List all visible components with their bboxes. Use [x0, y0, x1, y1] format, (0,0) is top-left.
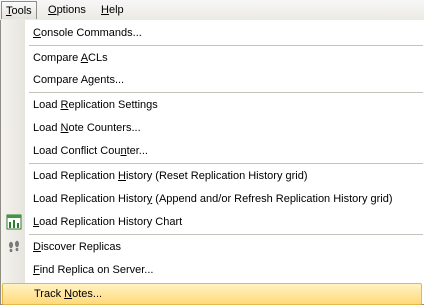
- menu-item-label: Load Note Counters...: [33, 122, 141, 134]
- menu-separator: [29, 163, 423, 164]
- menu-item-load-conflict-counter[interactable]: Load Conflict Counter...: [1, 140, 424, 162]
- menu-item-label: Discover Replicas: [33, 241, 122, 253]
- menu-item-label: Compare Agents...: [33, 74, 125, 86]
- menu-item-label: Console Commands...: [33, 27, 142, 39]
- menu-item-load-replication-history-append[interactable]: Load Replication History (Append and/or …: [1, 188, 424, 210]
- menu-item-label: Compare ACLs: [33, 52, 108, 64]
- menu-item-label: Load Conflict Counter...: [33, 145, 148, 157]
- menu-item-compare-acls[interactable]: Compare ACLs: [1, 47, 424, 69]
- tools-dropdown-menu: Console Commands... Compare ACLs Compare…: [0, 20, 424, 305]
- menu-separator: [29, 234, 423, 235]
- menu-options-label-post: ptions: [56, 4, 86, 16]
- menu-item-load-replication-history-chart[interactable]: Load Replication History Chart: [1, 211, 424, 233]
- footprints-icon: [6, 239, 22, 255]
- menu-item-load-note-counters[interactable]: Load Note Counters...: [1, 117, 424, 139]
- menu-bar: Tools Options Help: [0, 0, 424, 21]
- menu-item-label: Load Replication History Chart: [33, 216, 183, 228]
- menu-item-load-replication-settings[interactable]: Load Replication Settings: [1, 94, 424, 116]
- menu-tools-label-post: ools: [11, 5, 32, 17]
- menu-item-label: Load Replication Settings: [33, 99, 158, 111]
- menu-item-console-commands[interactable]: Console Commands...: [1, 22, 424, 44]
- menu-separator: [29, 45, 423, 46]
- menu-item-compare-agents[interactable]: Compare Agents...: [1, 69, 424, 91]
- menu-help[interactable]: Help: [97, 1, 128, 19]
- menu-item-load-replication-history-reset[interactable]: Load Replication History (Reset Replicat…: [1, 165, 424, 187]
- menu-item-discover-replicas[interactable]: Discover Replicas: [1, 236, 424, 258]
- menu-item-track-notes[interactable]: Track Notes...: [2, 283, 422, 305]
- menu-item-label: Track Notes...: [34, 288, 103, 300]
- menu-item-label: Find Replica on Server...: [33, 264, 154, 276]
- menu-separator: [29, 92, 423, 93]
- menu-options-mnemonic: O: [48, 4, 57, 16]
- menu-item-find-replica-on-server[interactable]: Find Replica on Server...: [1, 259, 424, 281]
- menu-item-label: Load Replication History (Append and/or …: [33, 193, 393, 205]
- menu-help-mnemonic: H: [101, 4, 109, 16]
- menu-options[interactable]: Options: [44, 1, 90, 19]
- bar-chart-icon: [6, 214, 22, 230]
- menu-tools[interactable]: Tools: [1, 1, 37, 19]
- menu-item-label: Load Replication History (Reset Replicat…: [33, 170, 308, 182]
- menu-help-label-post: elp: [108, 4, 124, 16]
